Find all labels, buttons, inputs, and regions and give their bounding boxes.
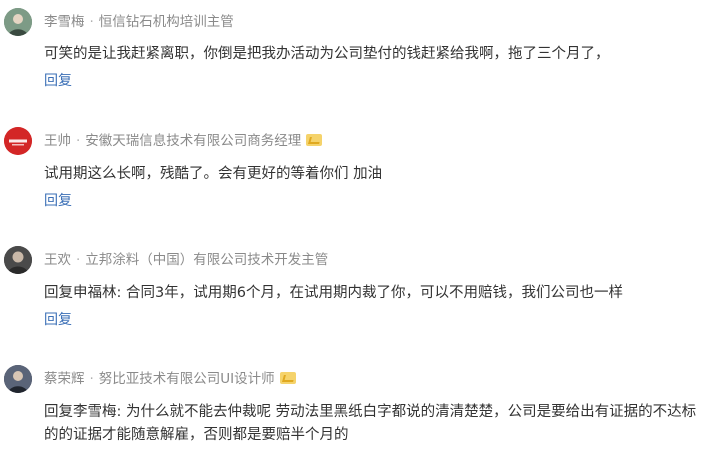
comment-header: 蔡荣辉 · 努比亚技术有限公司UI设计师: [44, 369, 296, 389]
comment-text: 可笑的是让我赶紧离职，你倒是把我办活动为公司垫付的钱赶紧给我啊，拖了三个月了，: [44, 46, 610, 62]
avatar[interactable]: [4, 127, 32, 155]
author-name[interactable]: 蔡荣辉: [44, 371, 85, 387]
avatar[interactable]: [4, 246, 32, 274]
comment-text: 回复申福林: 合同3年，试用期6个月，在试用期内裁了你，可以不用赔钱，我们公司也…: [44, 285, 623, 301]
separator: ·: [76, 252, 81, 268]
reply-button[interactable]: 回复: [44, 71, 72, 91]
author-title: 恒信钻石机构培训主管: [98, 14, 234, 30]
company-logo-icon: [4, 127, 32, 155]
author-name[interactable]: 王帅: [44, 133, 71, 149]
separator: ·: [89, 371, 94, 387]
author-title: 安徽天瑞信息技术有限公司商务经理: [85, 133, 302, 149]
avatar-photo-icon: [4, 8, 32, 36]
comment-header: 王帅 · 安徽天瑞信息技术有限公司商务经理: [44, 131, 323, 151]
author-name[interactable]: 王欢: [44, 252, 71, 268]
comment-header: 王欢 · 立邦涂料（中国）有限公司技术开发主管: [44, 250, 328, 270]
separator: ·: [89, 14, 94, 30]
avatar-photo-icon: [4, 246, 32, 274]
comment-text: 试用期这么长啊，残酷了。会有更好的等着你们 加油: [44, 166, 383, 182]
separator: ·: [76, 133, 81, 149]
comment-text: 回复李雪梅: 为什么就不能去仲裁呢 劳动法里黑纸白字都说的清清楚楚，公司是要给出…: [44, 404, 697, 443]
reply-button[interactable]: 回复: [44, 310, 72, 330]
author-title: 立邦涂料（中国）有限公司技术开发主管: [85, 252, 329, 268]
verified-badge-icon: [279, 372, 296, 384]
reply-button[interactable]: 回复: [44, 191, 72, 211]
author-title: 努比亚技术有限公司UI设计师: [98, 371, 275, 387]
avatar[interactable]: [4, 365, 32, 393]
avatar[interactable]: [4, 8, 32, 36]
author-name[interactable]: 李雪梅: [44, 14, 85, 30]
verified-badge-icon: [306, 134, 323, 146]
comment-header: 李雪梅 · 恒信钻石机构培训主管: [44, 12, 234, 32]
avatar-photo-icon: [4, 365, 32, 393]
